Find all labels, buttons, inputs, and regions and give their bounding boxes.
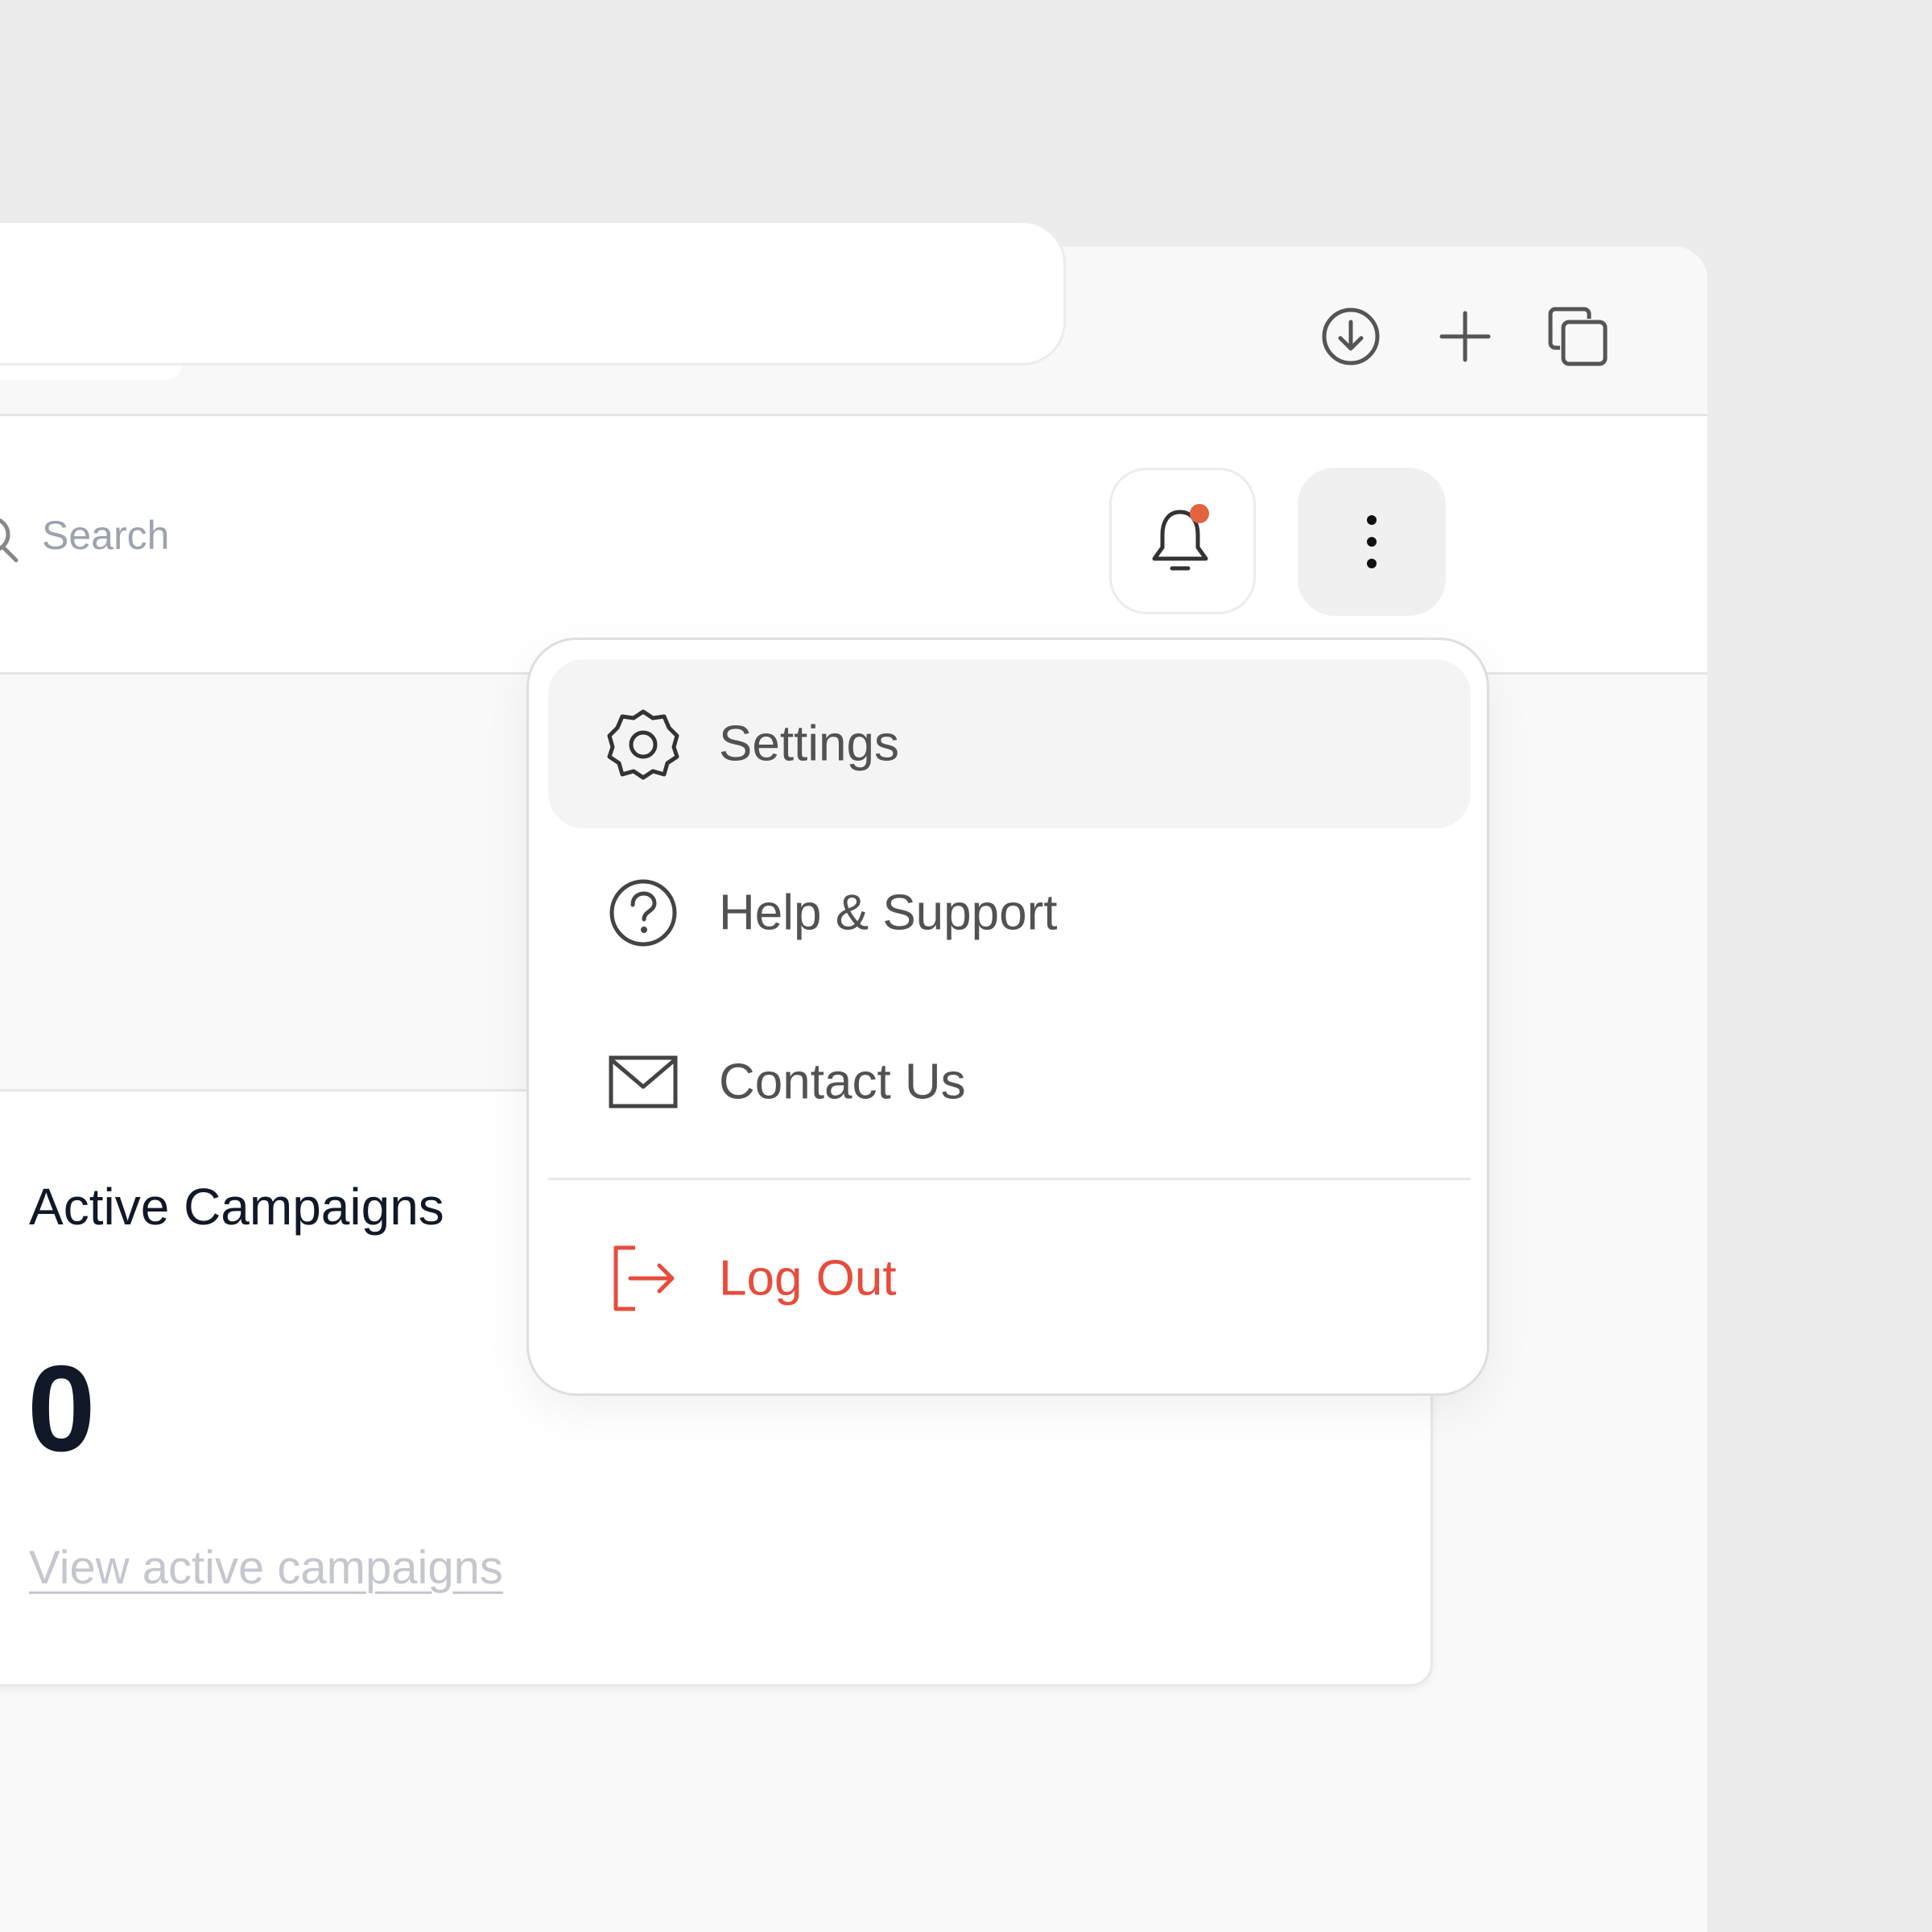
- gear-icon: [607, 709, 679, 780]
- tabs-overview-button[interactable]: [1539, 298, 1616, 375]
- menu-item-contact-us[interactable]: Contact Us: [548, 997, 1471, 1166]
- view-active-campaigns-link[interactable]: View active campaigns: [29, 1541, 503, 1595]
- notifications-button[interactable]: [1109, 468, 1256, 614]
- search-input[interactable]: [0, 221, 1066, 365]
- plus-icon: [1439, 311, 1491, 362]
- menu-item-help-support[interactable]: Help & Support: [548, 828, 1471, 997]
- card-title: Active Campaigns: [29, 1178, 444, 1236]
- search-placeholder: Search: [42, 513, 170, 558]
- menu-item-label: Contact Us: [719, 1054, 966, 1110]
- menu-item-settings[interactable]: Settings: [548, 659, 1471, 828]
- logout-icon: [613, 1245, 675, 1311]
- tabs-icon: [1548, 307, 1608, 366]
- bell-icon: [1152, 504, 1209, 571]
- menu-item-label: Log Out: [719, 1250, 897, 1307]
- dropdown-menu: Settings Help & Support Contact Us Log O…: [526, 638, 1489, 1396]
- more-menu-button[interactable]: [1298, 468, 1446, 616]
- new-tab-button[interactable]: [1426, 298, 1504, 375]
- help-circle-icon: [609, 879, 677, 947]
- search-icon: [0, 518, 19, 563]
- menu-item-label: Help & Support: [719, 885, 1058, 941]
- menu-divider: [548, 1178, 1471, 1180]
- card-value: 0: [27, 1340, 96, 1477]
- notification-badge: [1190, 504, 1209, 523]
- vertical-dots-icon: [1367, 515, 1377, 568]
- download-button[interactable]: [1312, 298, 1389, 375]
- mail-icon: [609, 1055, 678, 1108]
- app-header: [0, 416, 1707, 675]
- menu-item-label: Settings: [719, 716, 900, 772]
- download-icon: [1322, 308, 1380, 365]
- menu-item-log-out[interactable]: Log Out: [548, 1194, 1471, 1363]
